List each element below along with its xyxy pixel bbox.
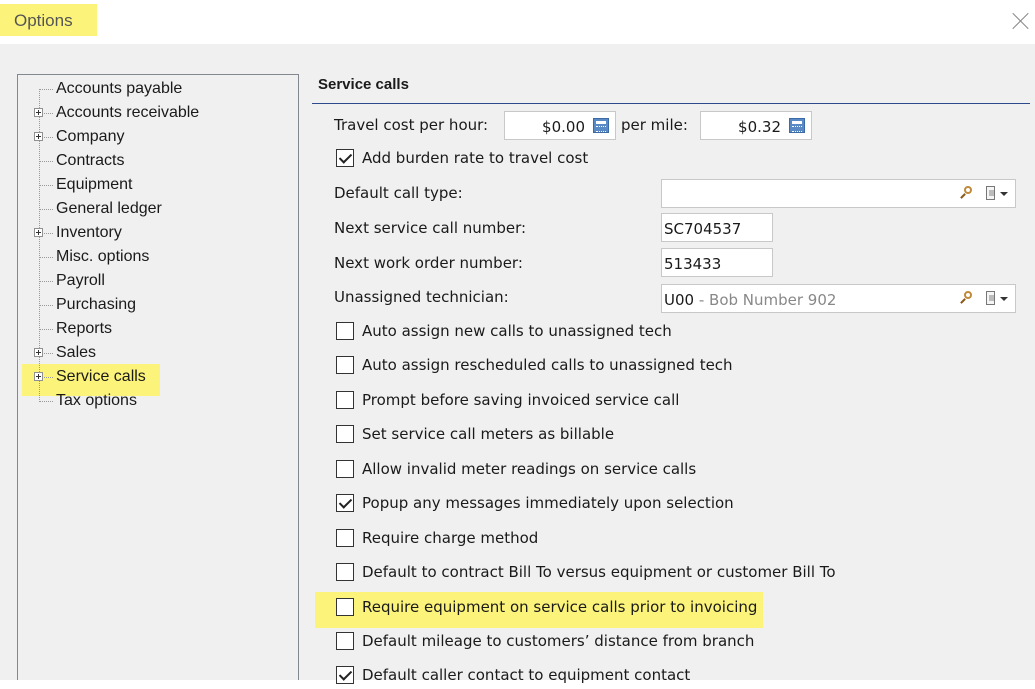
option-checkbox[interactable] — [336, 322, 354, 340]
section-divider — [312, 103, 1030, 104]
option-checkbox[interactable] — [336, 460, 354, 478]
next-call-input[interactable]: SC704537 — [661, 213, 773, 242]
expand-plus-icon[interactable] — [34, 372, 43, 381]
per-mile-value: $0.32 — [738, 118, 781, 136]
next-wo-input[interactable]: 513433 — [661, 248, 773, 277]
next-wo-value: 513433 — [664, 255, 722, 273]
option-checkbox[interactable] — [336, 632, 354, 650]
option-checkbox[interactable] — [336, 356, 354, 374]
tree-item-label: Sales — [56, 344, 97, 361]
option-checkbox[interactable] — [336, 666, 354, 684]
window-title: Options — [14, 11, 73, 30]
tree-item-label: Equipment — [56, 176, 133, 193]
tree-item-label: Reports — [56, 320, 113, 337]
tree-item-general-ledger[interactable]: General ledger — [18, 198, 298, 220]
next-call-label: Next service call number: — [334, 219, 527, 237]
title-bar: Options — [0, 0, 1035, 44]
require-equipment-checkbox[interactable] — [336, 598, 354, 616]
default-call-type-label: Default call type: — [334, 184, 463, 202]
tree-item-label: Accounts receivable — [56, 104, 200, 121]
tree-item-label: Purchasing — [56, 296, 137, 313]
tree-item-label: Misc. options — [56, 248, 150, 265]
option-checkbox[interactable] — [336, 529, 354, 547]
tree-connector — [39, 257, 53, 258]
expand-plus-icon[interactable] — [34, 108, 43, 117]
option-label: Require charge method — [362, 529, 539, 547]
tree-item-reports[interactable]: Reports — [18, 318, 298, 340]
tree-item-label: Service calls — [56, 368, 146, 385]
tech-code: U00 — [664, 291, 695, 309]
next-wo-label: Next work order number: — [334, 254, 523, 272]
travel-cost-input[interactable]: $0.00 — [504, 111, 616, 140]
tree-item-label: Inventory — [56, 224, 122, 241]
travel-cost-label: Travel cost per hour: — [334, 116, 489, 134]
tree-item-label: Accounts payable — [56, 80, 183, 97]
option-label: Default mileage to customers’ distance f… — [362, 632, 755, 650]
record-menu-icon[interactable] — [986, 290, 1012, 308]
tree-item-equipment[interactable]: Equipment — [18, 174, 298, 196]
tree-item-service-calls[interactable]: Service calls — [18, 366, 298, 388]
tree-connector — [39, 89, 53, 90]
tree-connector — [39, 401, 53, 402]
default-call-type-input[interactable] — [661, 179, 1016, 208]
section-title: Service calls — [318, 76, 409, 93]
option-checkbox[interactable] — [336, 391, 354, 409]
expand-plus-icon[interactable] — [34, 348, 43, 357]
tree-connector — [39, 281, 53, 282]
record-menu-icon[interactable] — [986, 185, 1012, 203]
option-label: Require equipment on service calls prior… — [362, 598, 758, 616]
tree-item-company[interactable]: Company — [18, 126, 298, 148]
per-mile-label: per mile: — [621, 116, 688, 134]
tree-connector — [39, 329, 53, 330]
option-label: Allow invalid meter readings on service … — [362, 460, 697, 478]
search-lookup-icon[interactable] — [960, 186, 974, 200]
option-label: Popup any messages immediately upon sele… — [362, 494, 734, 512]
tree-connector — [39, 305, 53, 306]
option-label: Default to contract Bill To versus equip… — [362, 563, 836, 581]
tree-item-misc-options[interactable]: Misc. options — [18, 246, 298, 268]
tree-connector — [39, 185, 53, 186]
expand-plus-icon[interactable] — [34, 228, 43, 237]
tree-item-accounts-receivable[interactable]: Accounts receivable — [18, 102, 298, 124]
option-label: Auto assign rescheduled calls to unassig… — [362, 356, 733, 374]
option-label: Prompt before saving invoiced service ca… — [362, 391, 680, 409]
add-burden-checkbox[interactable] — [336, 149, 354, 167]
expand-plus-icon[interactable] — [34, 132, 43, 141]
tree-item-payroll[interactable]: Payroll — [18, 270, 298, 292]
next-call-value: SC704537 — [664, 220, 742, 238]
tree-item-inventory[interactable]: Inventory — [18, 222, 298, 244]
calculator-icon[interactable] — [789, 118, 805, 133]
tree-item-sales[interactable]: Sales — [18, 342, 298, 364]
tree-item-label: Tax options — [56, 392, 137, 409]
unassigned-tech-value: U00 - Bob Number 902 — [664, 291, 836, 309]
tech-name: - Bob Number 902 — [694, 291, 837, 309]
close-icon[interactable] — [1010, 10, 1032, 32]
tree-item-accounts-payable[interactable]: Accounts payable — [18, 78, 298, 100]
tree-item-contracts[interactable]: Contracts — [18, 150, 298, 172]
travel-cost-value: $0.00 — [542, 118, 585, 136]
unassigned-label: Unassigned technician: — [334, 288, 509, 306]
tree-connector — [39, 161, 53, 162]
tree-connector — [39, 209, 53, 210]
option-label: Set service call meters as billable — [362, 425, 615, 443]
tree-item-tax-options[interactable]: Tax options — [18, 390, 298, 412]
option-label: Default caller contact to equipment cont… — [362, 666, 691, 684]
option-label: Auto assign new calls to unassigned tech — [362, 322, 672, 340]
tree-item-purchasing[interactable]: Purchasing — [18, 294, 298, 316]
per-mile-input[interactable]: $0.32 — [700, 111, 812, 140]
calculator-icon[interactable] — [593, 118, 609, 133]
option-checkbox[interactable] — [336, 494, 354, 512]
tree-item-label: Contracts — [56, 152, 125, 169]
options-tree: Accounts payable Accounts receivable Com… — [17, 74, 299, 680]
option-checkbox[interactable] — [336, 425, 354, 443]
tree-item-label: Payroll — [56, 272, 105, 289]
add-burden-label: Add burden rate to travel cost — [362, 149, 589, 167]
unassigned-tech-input[interactable]: U00 - Bob Number 902 — [661, 284, 1016, 313]
tree-item-label: General ledger — [56, 200, 162, 217]
search-lookup-icon[interactable] — [960, 291, 974, 305]
tree-item-label: Company — [56, 128, 125, 145]
option-checkbox[interactable] — [336, 563, 354, 581]
